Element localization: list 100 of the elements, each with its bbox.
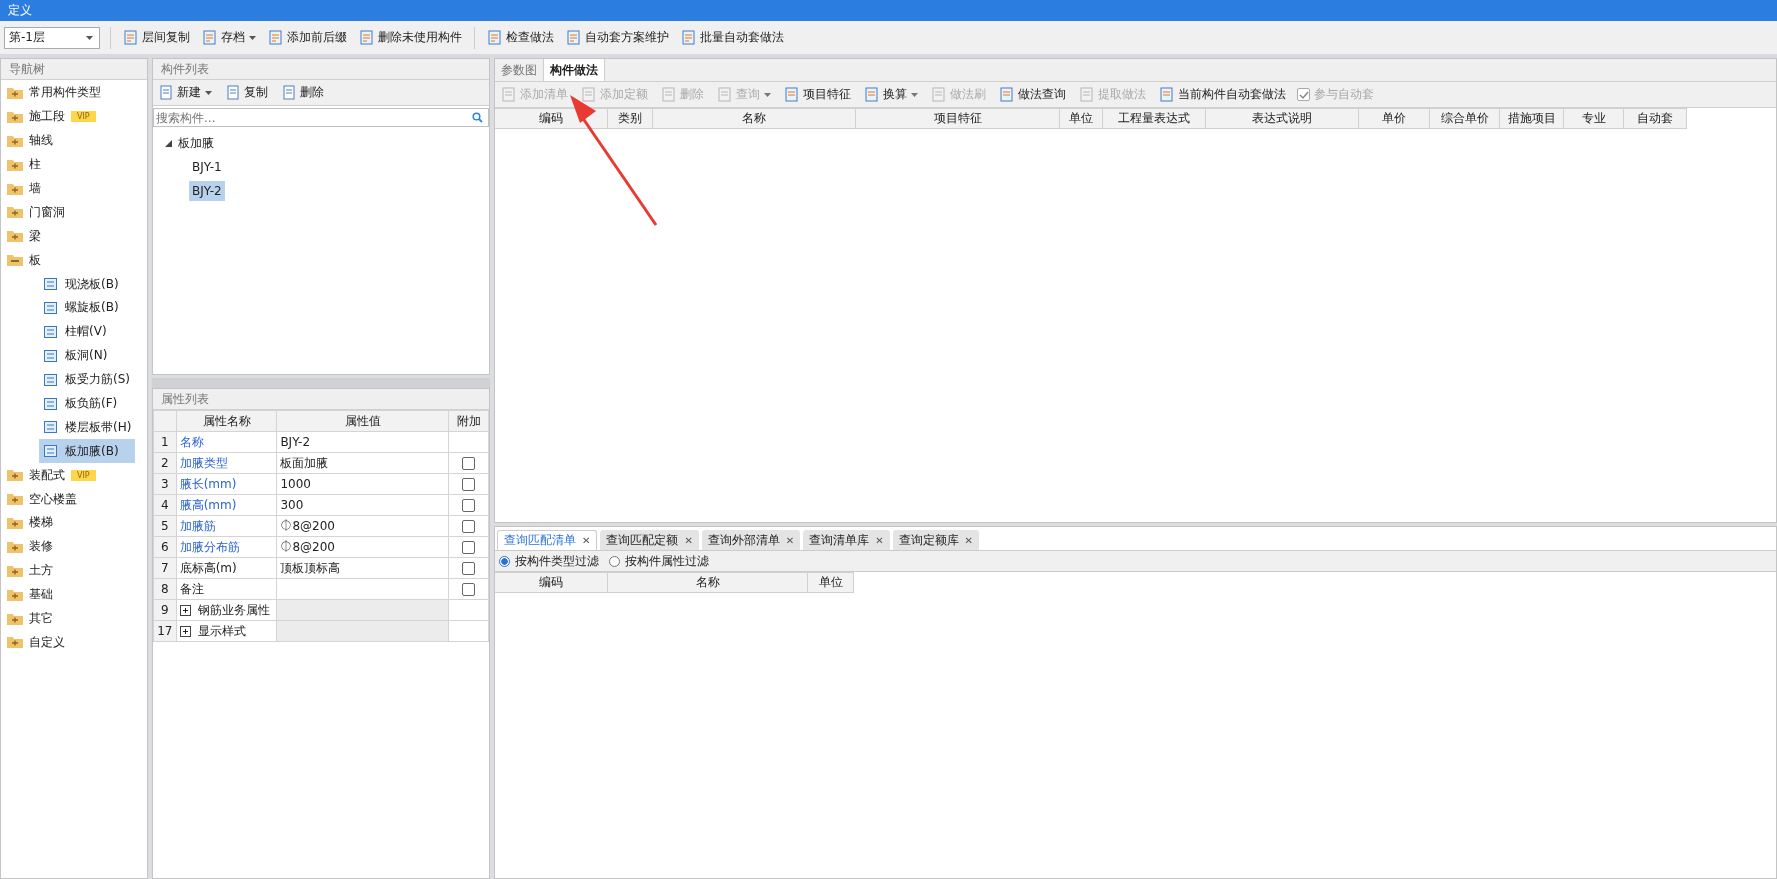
nav-item[interactable]: 空心楼盖 [1,487,147,512]
column-header[interactable]: 编码 [495,572,608,593]
column-header[interactable]: 专业 [1564,108,1624,129]
column-header[interactable]: 类别 [608,108,653,129]
nav-item[interactable]: 柱帽(V) [1,319,147,344]
toolbar-button[interactable]: 添加前后缀 [266,26,349,49]
column-header[interactable]: 工程量表达式 [1103,108,1206,129]
toolbar-button[interactable]: 换算 [862,83,920,106]
close-icon[interactable]: ✕ [964,534,973,546]
toolbar-button[interactable]: 批量自动套做法 [679,26,786,49]
folder-icon [7,493,23,506]
nav-item[interactable]: 常用构件类型 [1,81,147,105]
document-icon [717,87,732,102]
toolbar-button[interactable]: 复制 [224,81,270,104]
tab[interactable]: 查询清单库 ✕ [803,530,890,550]
nav-item[interactable]: 自定义 [1,630,147,655]
nav-item[interactable]: 其它 [1,606,147,631]
toolbar-button[interactable]: 层间复制 [121,26,192,49]
nav-item[interactable]: 板加腋(B) [39,439,135,464]
filter-radio[interactable]: 按构件属性过滤 [609,552,709,570]
property-value[interactable]: ⏀8@200 [276,536,449,558]
tab[interactable]: 构件做法 [544,59,605,81]
document-icon [1159,87,1174,102]
property-value[interactable]: 1000 [276,473,449,495]
property-value[interactable]: BJY-2 [276,431,449,453]
nav-item[interactable]: 装修 [1,534,147,559]
column-header[interactable]: 单价 [1359,108,1430,129]
tab[interactable]: 查询匹配定额 ✕ [600,530,699,550]
document-icon [784,87,799,102]
nav-item[interactable]: 现浇板(B) [1,272,147,296]
checkbox[interactable] [462,520,476,533]
property-name: 备注 [176,578,277,600]
toolbar-button[interactable]: 做法查询 [997,83,1068,106]
nav-item[interactable]: 轴线 [1,128,147,153]
checkbox[interactable] [462,583,476,596]
property-value[interactable]: 板面加腋 [276,452,449,474]
column-header[interactable]: 名称 [653,108,856,129]
caret-icon [205,90,212,95]
tab[interactable]: 查询外部清单 ✕ [701,530,801,550]
column-header[interactable]: 单位 [808,572,854,593]
toolbar-button[interactable]: 新建 [157,81,214,104]
close-icon[interactable]: ✕ [582,535,591,546]
tree-item[interactable]: BJY-2 [189,181,225,201]
column-header[interactable]: 表达式说明 [1206,108,1359,129]
tab[interactable]: 查询定额库 ✕ [892,530,979,550]
nav-item[interactable]: 墙 [1,176,147,201]
nav-item[interactable]: 土方 [1,558,147,583]
expand-icon[interactable] [179,604,191,616]
nav-item[interactable]: 板负筋(F) [1,391,147,416]
property-name: 加腋分布筋 [176,536,277,558]
toolbar-button[interactable]: 检查做法 [485,26,556,49]
property-value[interactable]: 顶板顶标高 [276,557,449,579]
close-icon[interactable]: ✕ [875,534,884,546]
expand-icon[interactable] [179,625,191,637]
column-header[interactable]: 自动套 [1624,108,1687,129]
property-value[interactable]: ⏀8@200 [276,515,449,537]
checkbox[interactable] [462,499,476,512]
toolbar-button[interactable]: 删除未使用构件 [357,26,464,49]
document-icon [226,85,240,100]
tab[interactable]: 查询匹配清单 ✕ [497,530,598,550]
nav-item[interactable]: 板受力筋(S) [1,367,147,392]
nav-item[interactable]: 装配式 VIP [1,463,147,488]
column-header[interactable]: 措施项目 [1500,108,1564,129]
filter-radio[interactable]: 按构件类型过滤 [499,552,599,570]
toolbar-button[interactable]: 删除 [280,81,326,104]
nav-item[interactable]: 板洞(N) [1,343,147,368]
document-icon [864,87,879,102]
checkbox[interactable] [462,478,476,491]
row-number: 7 [153,557,177,579]
property-name: 腋长(mm) [176,473,277,495]
column-header[interactable]: 项目特征 [856,108,1060,129]
nav-item[interactable]: 板 [1,248,147,273]
nav-item[interactable]: 基础 [1,582,147,607]
nav-item[interactable]: 梁 [1,224,147,249]
close-icon[interactable]: ✕ [785,534,795,546]
property-value[interactable]: 300 [276,494,449,516]
tree-item[interactable]: 板加腋 [178,134,214,152]
nav-item[interactable]: 螺旋板(B) [1,296,147,320]
checkbox[interactable] [462,457,476,470]
toolbar-button[interactable]: 当前构件自动套做法 [1157,83,1288,106]
floor-select[interactable]: 第-1层 [4,26,100,49]
expand-triangle-icon[interactable] [165,139,172,147]
toolbar-button[interactable]: 项目特征 [782,83,853,106]
column-header[interactable]: 单位 [1060,108,1103,129]
toolbar-button[interactable]: 存档 [200,26,258,49]
checkbox[interactable] [462,562,476,575]
column-header[interactable]: 名称 [608,572,808,593]
nav-item[interactable]: 施工段 VIP [1,104,147,129]
nav-item[interactable]: 楼层板带(H) [1,415,147,440]
close-icon[interactable]: ✕ [684,534,693,546]
tree-item[interactable]: BJY-1 [189,157,225,177]
search-field[interactable]: 搜索构件... [153,108,489,127]
nav-item[interactable]: 门窗洞 [1,200,147,225]
column-header[interactable]: 综合单价 [1430,108,1500,129]
column-header[interactable]: 编码 [495,108,608,129]
nav-item[interactable]: 楼梯 [1,511,147,535]
caret-icon [764,92,771,97]
checkbox[interactable] [462,541,476,554]
toolbar-button[interactable]: 自动套方案维护 [564,26,671,49]
nav-item[interactable]: 柱 [1,152,147,177]
